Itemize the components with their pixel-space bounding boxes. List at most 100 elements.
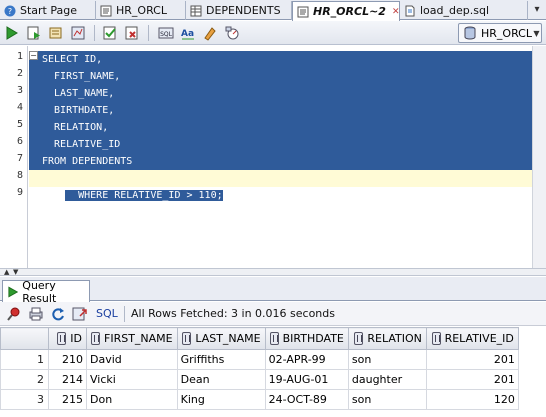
fold-collapse-icon[interactable]: −	[29, 51, 38, 60]
row-number: 3	[0, 389, 49, 410]
tab-label: DEPENDENTS	[206, 4, 281, 17]
rollback-icon[interactable]	[124, 25, 140, 41]
expand-down-icon[interactable]: ▼	[13, 268, 18, 276]
cell-birthdate[interactable]: 24-OCT-89	[264, 389, 349, 410]
row-number-header	[0, 327, 49, 350]
sql-editor[interactable]: 1 2 3 4 5 6 7 8 9 SELECT ID, FIRST_NAME,…	[0, 46, 546, 268]
sql-tuning-icon[interactable]	[224, 25, 240, 41]
column-header-id[interactable]: ID	[48, 327, 87, 350]
cell-birthdate[interactable]: 02-APR-99	[264, 349, 349, 370]
cell-relation[interactable]: son	[347, 389, 427, 410]
cell-relative-id[interactable]: 201	[425, 369, 519, 390]
result-grid[interactable]: ID FIRST_NAME LAST_NAME BIRTHDATE RELATI…	[0, 327, 546, 417]
column-header-birthdate[interactable]: BIRTHDATE	[264, 327, 349, 350]
code-line: FIRST_NAME,	[29, 68, 532, 85]
svg-text:SQL: SQL	[160, 31, 173, 38]
connection-select[interactable]: HR_ORCL ▼	[458, 23, 542, 43]
sql-file-icon	[405, 5, 415, 16]
run-statement-icon[interactable]	[4, 25, 20, 41]
column-header-relation[interactable]: RELATION	[347, 327, 427, 350]
cell-relative-id[interactable]: 120	[425, 389, 519, 410]
tab-list-chevron-icon[interactable]: ▾	[530, 3, 544, 17]
line-number: 5	[16, 119, 23, 130]
worksheet-toolbar: SQL Aa HR_ORCL ▼	[0, 21, 546, 45]
print-icon[interactable]	[28, 306, 44, 322]
column-type-icon	[182, 332, 192, 346]
close-icon[interactable]: ✕	[392, 7, 400, 17]
tab-hr-orcl[interactable]: HR_ORCL	[96, 1, 186, 20]
cell-id[interactable]: 210	[48, 349, 87, 370]
table-row[interactable]: 2 214 Vicki Dean 19-AUG-01 daughter 201	[0, 369, 519, 390]
cell-first-name[interactable]: Vicki	[86, 369, 178, 390]
column-header-label: ID	[70, 331, 82, 345]
uppercase-lowercase-icon[interactable]: Aa	[180, 25, 196, 41]
tab-query-result[interactable]: Query Result	[2, 278, 90, 305]
connection-name: HR_ORCL	[481, 26, 532, 40]
tab-hr-orcl-2[interactable]: HR_ORCL~2 ✕	[292, 1, 400, 21]
cell-first-name[interactable]: David	[86, 349, 178, 370]
row-number: 1	[0, 349, 49, 370]
cell-id[interactable]: 215	[48, 389, 87, 410]
row-number: 2	[0, 369, 49, 390]
result-tab-strip: Query Result	[0, 277, 546, 305]
line-number-gutter: 1 2 3 4 5 6 7 8 9	[0, 46, 28, 268]
line-number: 8	[16, 170, 23, 181]
chevron-down-icon[interactable]: ▼	[532, 29, 541, 38]
fetch-status: All Rows Fetched: 3 in 0.016 seconds	[131, 307, 335, 320]
line-number: 7	[16, 153, 23, 164]
column-type-icon	[354, 332, 364, 346]
cell-id[interactable]: 214	[48, 369, 87, 390]
tab-dependents[interactable]: DEPENDENTS	[186, 1, 292, 20]
collapse-up-icon[interactable]: ▲	[4, 268, 9, 276]
sql-export-icon[interactable]	[72, 306, 88, 322]
cell-birthdate[interactable]: 19-AUG-01	[264, 369, 349, 390]
tab-load-dep-sql[interactable]: load_dep.sql	[400, 1, 528, 20]
refresh-icon[interactable]	[50, 306, 66, 322]
result-tab-label: Query Result	[22, 278, 57, 305]
svg-text:?: ?	[8, 7, 12, 16]
cell-relative-id[interactable]: 201	[425, 349, 519, 370]
line-number: 4	[16, 102, 23, 113]
cell-last-name[interactable]: Griffiths	[176, 349, 266, 370]
sql-history-icon[interactable]: SQL	[158, 25, 174, 41]
cell-last-name[interactable]: Dean	[176, 369, 266, 390]
column-header-last-name[interactable]: LAST_NAME	[176, 327, 266, 350]
cell-relation[interactable]: daughter	[347, 369, 427, 390]
line-number: 9	[16, 187, 23, 198]
tab-label: HR_ORCL	[116, 4, 167, 17]
commit-icon[interactable]	[102, 25, 118, 41]
clear-icon[interactable]	[202, 25, 218, 41]
table-row[interactable]: 3 215 Don King 24-OCT-89 son 120	[0, 389, 519, 410]
cell-relation[interactable]: son	[347, 349, 427, 370]
editor-tab-strip: ? Start Page HR_ORCL DEPENDENTS HR_ORCL~…	[0, 0, 546, 21]
run-script-icon[interactable]	[26, 25, 42, 41]
tab-start-page[interactable]: ? Start Page	[0, 1, 96, 20]
column-header-label: RELATIVE_ID	[444, 331, 514, 345]
sql-worksheet-icon	[100, 5, 112, 16]
execute-explain-icon[interactable]	[48, 25, 64, 41]
cell-first-name[interactable]: Don	[86, 389, 178, 410]
help-icon: ?	[4, 5, 16, 16]
autotrace-icon[interactable]	[70, 25, 86, 41]
tab-label: Start Page	[20, 4, 77, 17]
sql-worksheet-icon	[297, 6, 309, 17]
run-icon	[8, 286, 19, 297]
column-header-first-name[interactable]: FIRST_NAME	[86, 327, 178, 350]
code-line: BIRTHDATE,	[29, 102, 532, 119]
database-icon	[464, 26, 476, 40]
pane-splitter[interactable]: ▲ ▼	[0, 268, 546, 276]
editor-vertical-scrollbar[interactable]	[532, 46, 546, 268]
code-line: RELATIVE_ID	[29, 136, 532, 153]
sql-link[interactable]: SQL	[96, 307, 118, 320]
toolbar-separator	[124, 306, 125, 322]
column-header-relative-id[interactable]: RELATIVE_ID	[425, 327, 519, 350]
column-type-icon	[91, 332, 100, 346]
table-row[interactable]: 1 210 David Griffiths 02-APR-99 son 201	[0, 349, 519, 370]
pin-icon[interactable]	[6, 306, 22, 322]
code-line: LAST_NAME,	[29, 85, 532, 102]
cell-last-name[interactable]: King	[176, 389, 266, 410]
code-area[interactable]: SELECT ID, FIRST_NAME, LAST_NAME, BIRTHD…	[29, 46, 532, 268]
current-code-line: WHERE RELATIVE_ID > 110;	[29, 170, 532, 201]
svg-text:Aa: Aa	[181, 29, 194, 39]
